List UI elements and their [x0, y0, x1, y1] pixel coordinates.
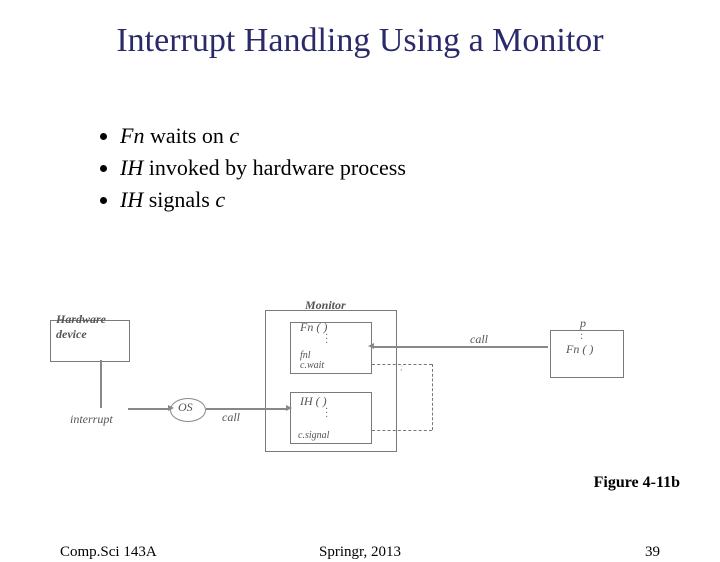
p-call-line	[372, 346, 548, 348]
os-label: OS	[178, 400, 193, 415]
fn-decl-label: Fn ( )	[300, 320, 327, 335]
bullet-text: signals	[143, 187, 215, 212]
bullet-em: Fn	[120, 123, 144, 148]
footer-center: Springr, 2013	[0, 544, 720, 561]
slide: Interrupt Handling Using a Monitor Fn wa…	[0, 22, 720, 562]
interrupt-label: interrupt	[70, 412, 113, 427]
bullet-list: Fn waits on c IH invoked by hardware pro…	[60, 120, 720, 216]
slide-title: Interrupt Handling Using a Monitor	[0, 22, 720, 60]
dash-vert	[432, 364, 433, 430]
bullet-text: waits on	[144, 123, 229, 148]
figure-caption: Figure 4-11b	[594, 474, 680, 492]
os-call-line	[206, 408, 288, 410]
diagram: Hardware device Monitor Fn ( ) ··· fnl c…	[50, 312, 670, 462]
call2-label: call	[470, 332, 488, 347]
bullet-em: IH	[120, 155, 143, 180]
call-label: call	[222, 410, 240, 425]
bullet-item: Fn waits on c	[120, 120, 720, 152]
interrupt-vline	[100, 360, 102, 408]
bullet-em: IH	[120, 187, 143, 212]
interrupt-line	[128, 408, 170, 410]
p-label: p	[580, 316, 586, 331]
bullet-item: IH invoked by hardware process	[120, 152, 720, 184]
bullet-em: c	[215, 187, 225, 212]
ih-decl-label: IH ( )	[300, 394, 327, 409]
monitor-label: Monitor	[305, 298, 346, 313]
cwait-label: c.wait	[300, 360, 324, 371]
dash-signal	[372, 430, 432, 431]
hardware-device-label: Hardware device	[56, 312, 106, 342]
bullet-em: c	[229, 123, 239, 148]
csignal-label: c.signal	[298, 430, 329, 441]
footer-right: 39	[645, 544, 660, 561]
bullet-item: IH signals c	[120, 184, 720, 216]
bullet-text: invoked by hardware process	[143, 155, 406, 180]
